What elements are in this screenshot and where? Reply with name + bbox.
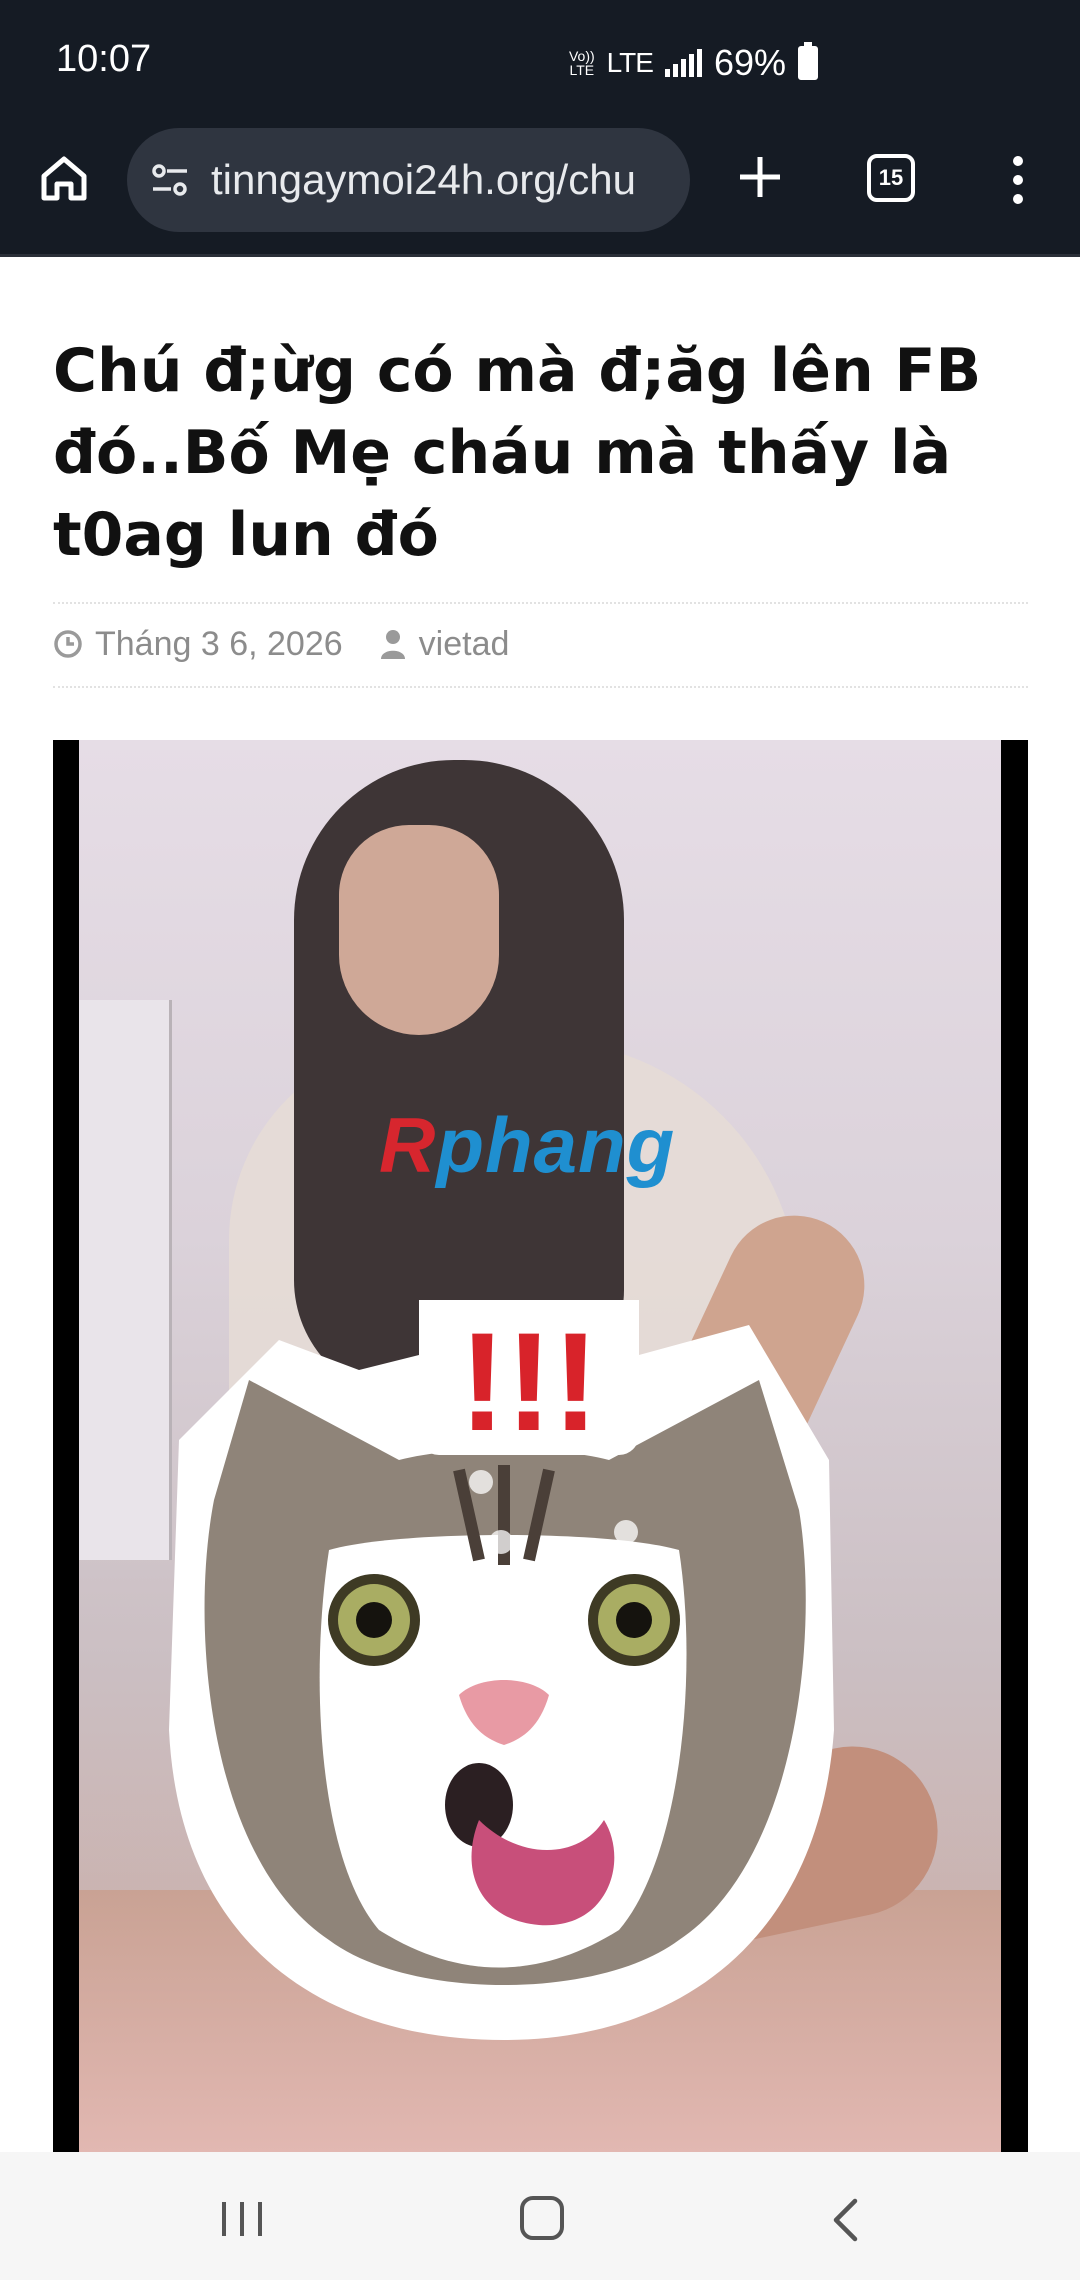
recent-apps-icon[interactable] <box>218 2200 266 2238</box>
tab-switcher-icon[interactable]: 15 <box>867 154 915 202</box>
battery-icon <box>798 42 818 80</box>
battery-percent: 69% <box>713 42 786 83</box>
back-icon[interactable] <box>828 2198 862 2242</box>
network-type: LTE <box>606 47 654 78</box>
article-video[interactable]: Rphang !!! <box>53 740 1028 2155</box>
video-frame: Rphang !!! <box>79 740 1001 2155</box>
url-text[interactable]: tinngaymoi24h.org/chu <box>211 156 636 204</box>
user-icon <box>380 630 405 659</box>
clock-icon <box>54 630 82 658</box>
home-nav-icon[interactable] <box>520 2196 564 2240</box>
post-date[interactable]: Tháng 3 6, 2026 <box>95 625 343 664</box>
address-bar[interactable]: tinngaymoi24h.org/chu <box>127 128 690 232</box>
browser-top-bar: 10:07 Vo)) LTE LTE 69% tinngaymoi24h.org/… <box>0 0 1080 257</box>
volte-icon: Vo)) LTE <box>568 48 595 78</box>
face-shape <box>339 825 499 1035</box>
article-title: Chú đ;ừg có mà đ;ăg lên FB đó..Bố Mẹ chá… <box>53 336 982 570</box>
status-indicators: Vo)) LTE LTE 69% <box>569 42 818 84</box>
divider <box>53 602 1028 604</box>
status-time: 10:07 <box>56 38 152 80</box>
plus-icon[interactable] <box>735 152 785 202</box>
more-vert-icon[interactable] <box>1000 152 1036 208</box>
watermark-logo: Rphang <box>379 1101 676 1189</box>
site-settings-icon[interactable] <box>147 157 193 203</box>
article-meta: Tháng 3 6, 2026 vietad <box>53 624 509 664</box>
divider <box>53 686 1028 688</box>
author-name[interactable]: vietad <box>419 625 510 664</box>
loading-spinner-icon <box>469 1380 639 1569</box>
signal-bars-icon <box>664 49 702 77</box>
home-icon[interactable] <box>36 150 92 206</box>
author-block: vietad <box>379 625 510 664</box>
divider <box>0 254 1080 257</box>
